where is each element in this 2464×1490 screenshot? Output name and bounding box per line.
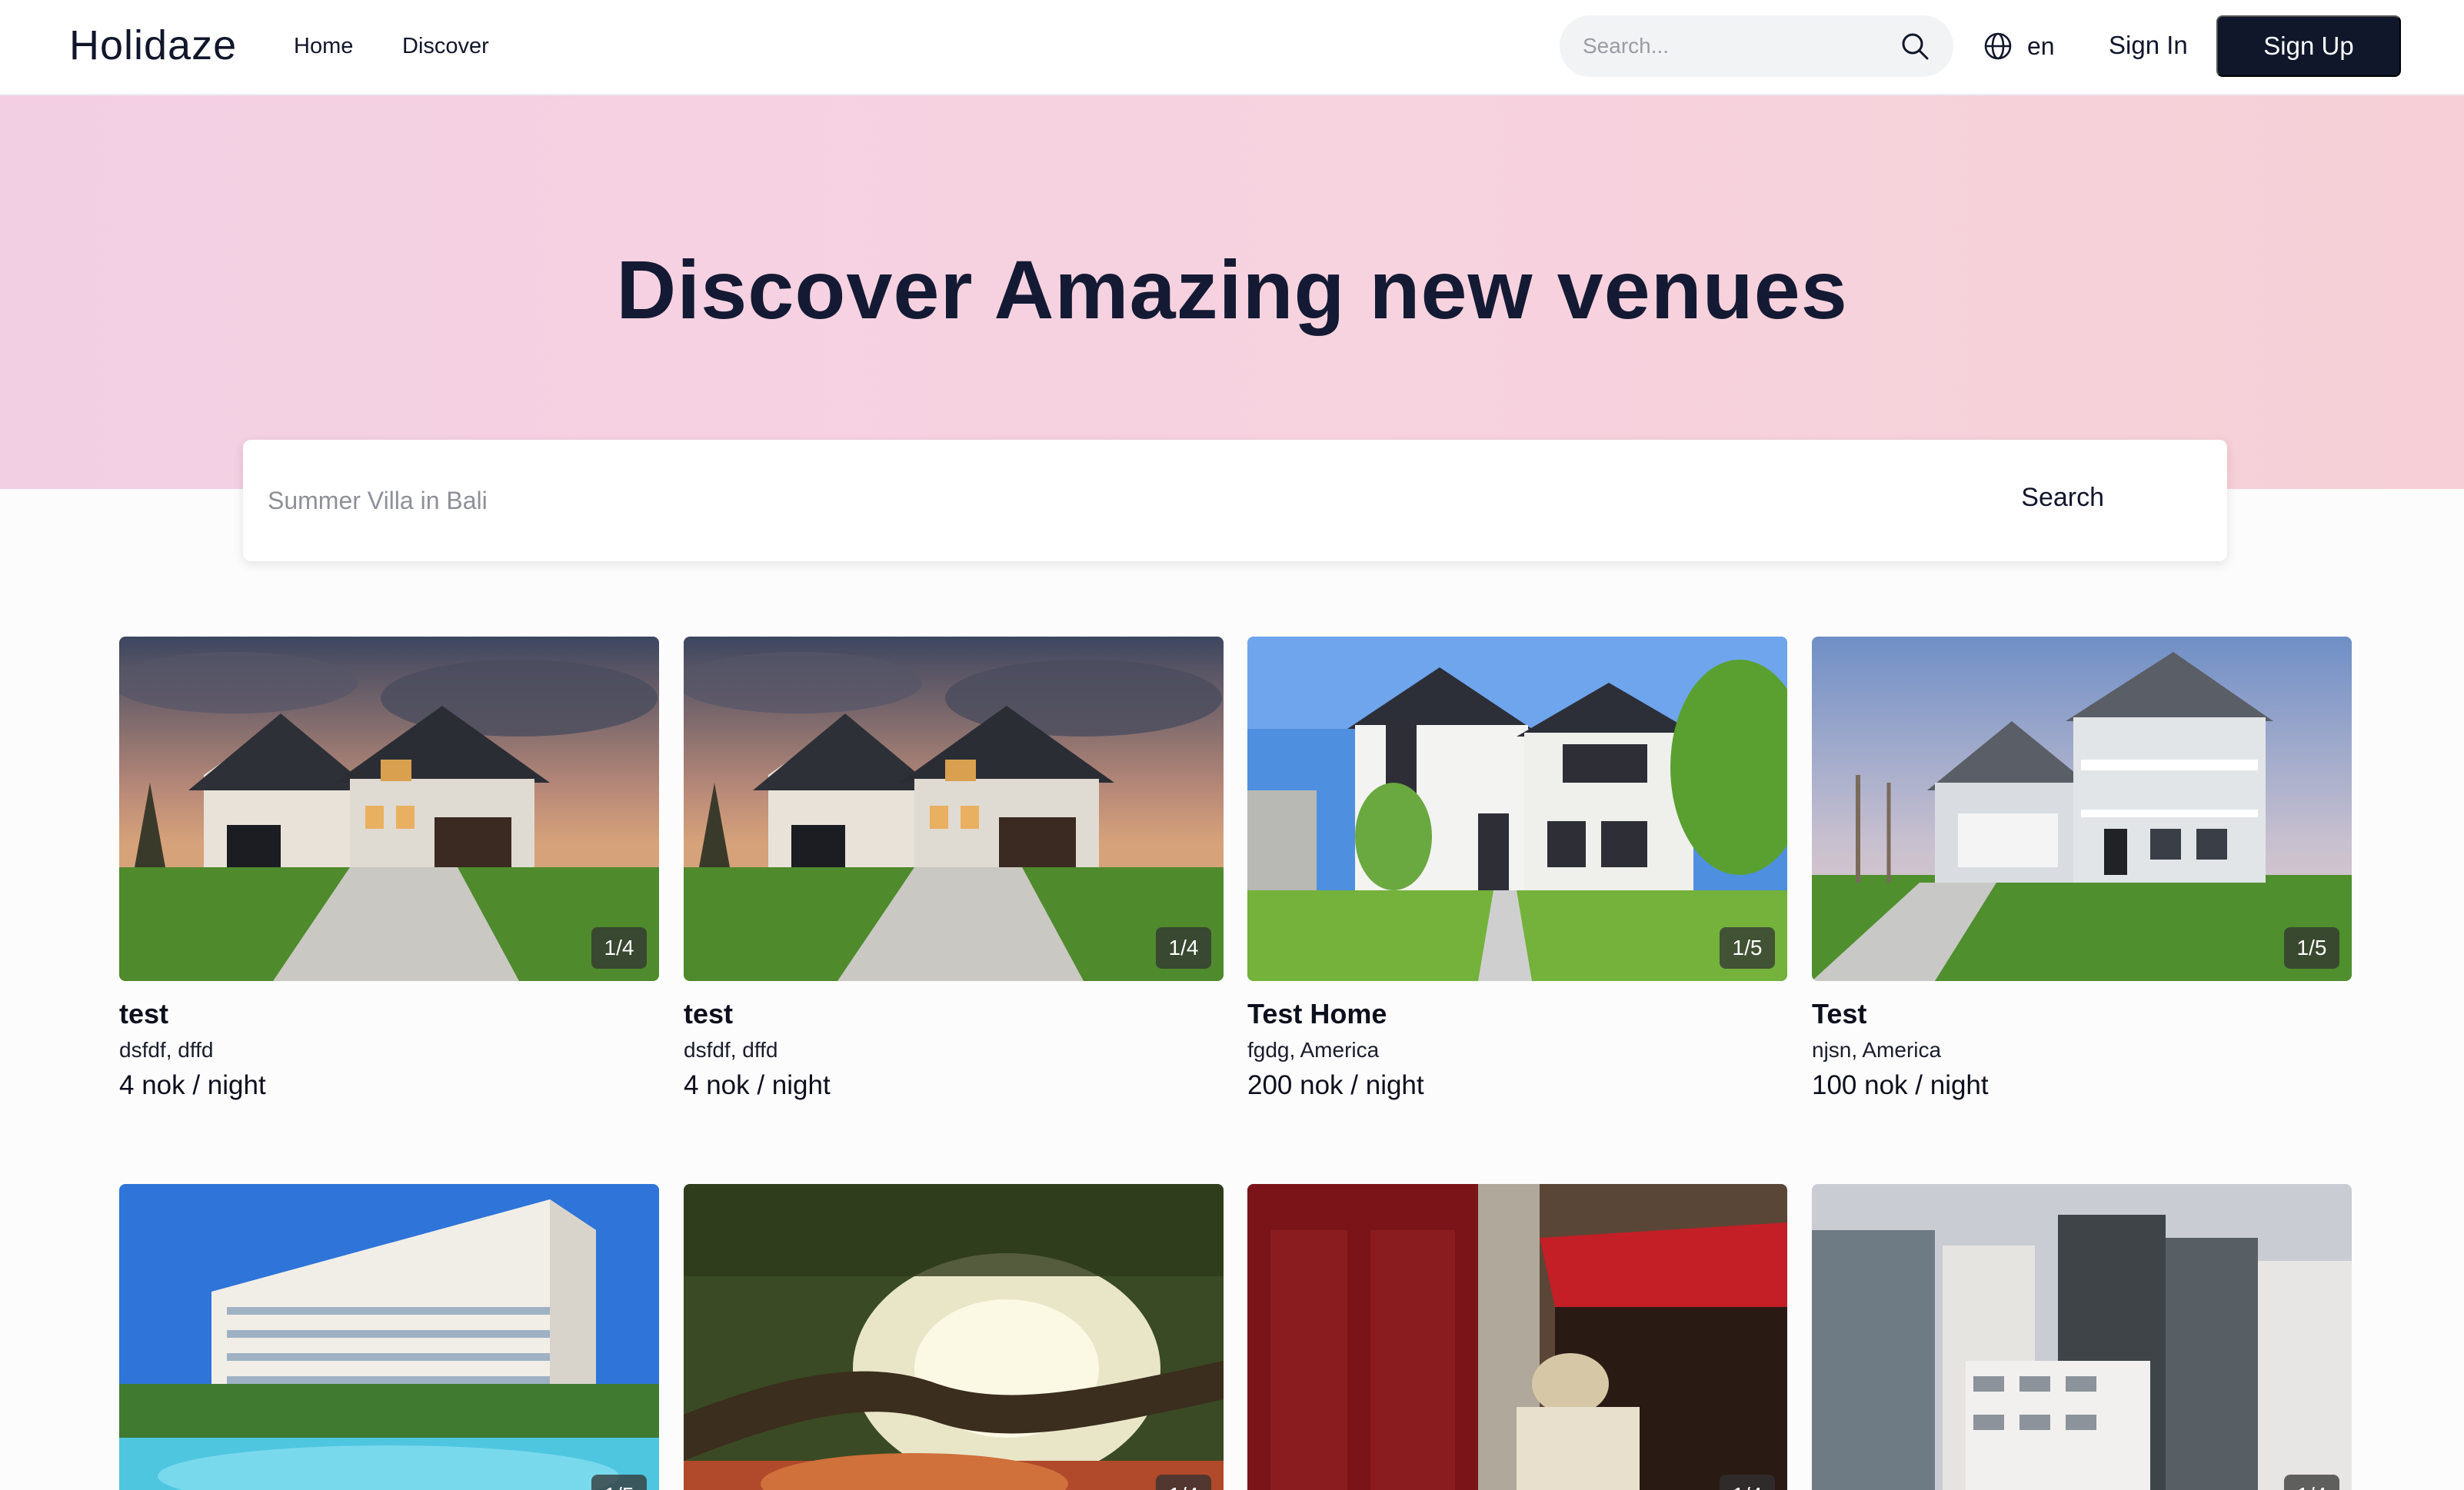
venue-photo[interactable]: 1/4: [1247, 1184, 1787, 1490]
venue-title[interactable]: test: [119, 998, 659, 1030]
photo-counter: 1/4: [591, 927, 647, 969]
nav-link-discover[interactable]: Discover: [402, 34, 489, 59]
venue-card[interactable]: 1/5 Test Home fgdg, America 200 nok / ni…: [1247, 637, 1787, 1101]
venue-card[interactable]: 1/4 test dsfdf, dffd 4 nok / night: [684, 637, 1224, 1101]
sign-in-link[interactable]: Sign In: [2109, 31, 2188, 60]
venue-title[interactable]: Test Home: [1247, 998, 1787, 1030]
photo-counter: 1/4: [1156, 927, 1211, 969]
venue-search-input[interactable]: [268, 440, 1960, 561]
top-navbar: Holidaze Home Discover en Sign In Sign U…: [0, 0, 2464, 95]
venue-card[interactable]: 1/5 Test njsn, America 100 nok / night: [1812, 637, 2352, 1101]
venue-photo[interactable]: 1/4: [684, 1184, 1224, 1490]
venue-card[interactable]: 1/5: [119, 1184, 659, 1490]
photo-counter: 1/5: [591, 1475, 647, 1490]
venue-location: dsfdf, dffd: [119, 1038, 214, 1062]
header-search-box: [1560, 15, 1953, 77]
dark-roof-house-photo: [684, 637, 1224, 981]
venue-photo[interactable]: 1/4: [1812, 1184, 2352, 1490]
photo-counter: 1/4: [2284, 1475, 2339, 1490]
hotel-pool-photo: [119, 1184, 659, 1490]
venue-photo[interactable]: 1/4: [119, 637, 659, 981]
venue-photo[interactable]: 1/5: [119, 1184, 659, 1490]
photo-counter: 1/5: [2284, 927, 2339, 969]
venue-price: 100 nok / night: [1812, 1070, 1989, 1100]
grey-porch-house-photo: [1812, 637, 2352, 981]
forest-tree-photo: [684, 1184, 1224, 1490]
hero-banner: Discover Amazing new venues: [0, 95, 2464, 489]
language-label: en: [2027, 32, 2055, 60]
venue-photo[interactable]: 1/5: [1247, 637, 1787, 981]
globe-icon: [1984, 32, 2012, 60]
photo-counter: 1/4: [1156, 1475, 1211, 1490]
photo-counter: 1/4: [1720, 1475, 1775, 1490]
venue-card[interactable]: 1/4: [1247, 1184, 1787, 1490]
photo-counter: 1/5: [1720, 927, 1775, 969]
venue-card[interactable]: 1/4: [1812, 1184, 2352, 1490]
venue-price: 4 nok / night: [684, 1070, 831, 1100]
language-selector[interactable]: en: [1983, 29, 2055, 63]
venue-title[interactable]: test: [684, 998, 1224, 1030]
city-blocks-photo: [1812, 1184, 2352, 1490]
venue-card[interactable]: 1/4 test dsfdf, dffd 4 nok / night: [119, 637, 659, 1101]
venue-location: dsfdf, dffd: [684, 1038, 778, 1062]
dark-roof-house-photo: [119, 637, 659, 981]
venue-card[interactable]: 1/4: [684, 1184, 1224, 1490]
venue-search-bar: Search: [243, 440, 2227, 561]
white-farmhouse-photo: [1247, 637, 1787, 981]
venue-location: njsn, America: [1812, 1038, 1942, 1062]
sign-up-button[interactable]: Sign Up: [2216, 15, 2401, 77]
bistro-photo: [1247, 1184, 1787, 1490]
venue-search-button[interactable]: Search: [2021, 483, 2104, 513]
venue-title[interactable]: Test: [1812, 998, 2352, 1030]
venue-photo[interactable]: 1/5: [1812, 637, 2352, 981]
venue-photo[interactable]: 1/4: [684, 637, 1224, 981]
venue-price: 4 nok / night: [119, 1070, 266, 1100]
nav-link-home[interactable]: Home: [294, 34, 353, 59]
venue-price: 200 nok / night: [1247, 1070, 1424, 1100]
header-search-input[interactable]: [1583, 15, 1890, 77]
search-icon[interactable]: [1900, 31, 1930, 62]
venue-location: fgdg, America: [1247, 1038, 1380, 1062]
hero-title: Discover Amazing new venues: [616, 243, 1848, 336]
site-logo[interactable]: Holidaze: [69, 22, 237, 69]
